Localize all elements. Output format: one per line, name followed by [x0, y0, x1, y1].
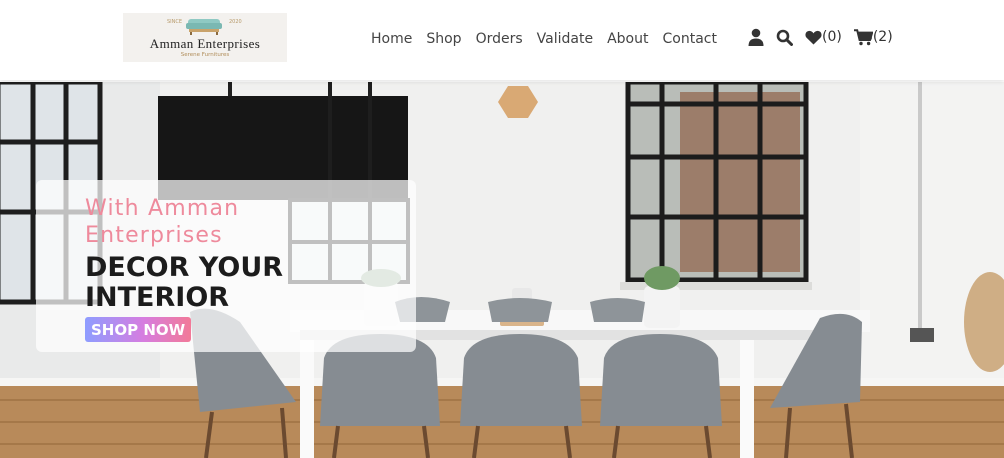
nav-contact[interactable]: Contact: [662, 31, 716, 47]
site-header: SINCE 2020 Amman Enterprises Serene Furn…: [0, 0, 1004, 80]
wishlist-button[interactable]: (0): [805, 29, 842, 45]
logo-year: 2020: [229, 19, 242, 25]
search-button[interactable]: [776, 29, 793, 46]
shop-now-button[interactable]: SHOP NOW: [85, 317, 192, 342]
wishlist-count: (0): [822, 29, 842, 45]
nav-shop[interactable]: Shop: [426, 31, 461, 47]
nav-home[interactable]: Home: [371, 31, 412, 47]
nav-about[interactable]: About: [607, 31, 648, 47]
cart-count: (2): [872, 29, 893, 45]
brand-name: Amman Enterprises: [149, 36, 261, 51]
account-button[interactable]: [748, 28, 764, 46]
nav-validate[interactable]: Validate: [537, 31, 593, 47]
hero-banner: With Amman Enterprises DECOR YOUR INTERI…: [0, 82, 1004, 458]
heart-icon: [805, 30, 822, 44]
cart-button[interactable]: (2): [853, 28, 893, 46]
hero-title: DECOR YOUR INTERIOR: [85, 252, 284, 313]
header-actions: (0) (2): [748, 28, 893, 46]
hero-pre-title: With Amman Enterprises: [85, 196, 240, 248]
user-icon: [748, 28, 764, 46]
hero-overlay-card: With Amman Enterprises DECOR YOUR INTERI…: [36, 180, 416, 352]
sofa-icon: [186, 19, 222, 35]
cart-icon: [853, 28, 873, 45]
brand-tagline: Serene Furnitures: [180, 52, 230, 58]
brand-logo[interactable]: SINCE 2020 Amman Enterprises Serene Furn…: [123, 13, 287, 62]
search-icon: [776, 29, 793, 46]
nav-orders[interactable]: Orders: [476, 31, 523, 47]
logo-since: SINCE: [167, 19, 183, 25]
main-nav: Home Shop Orders Validate About Contact: [371, 31, 717, 47]
